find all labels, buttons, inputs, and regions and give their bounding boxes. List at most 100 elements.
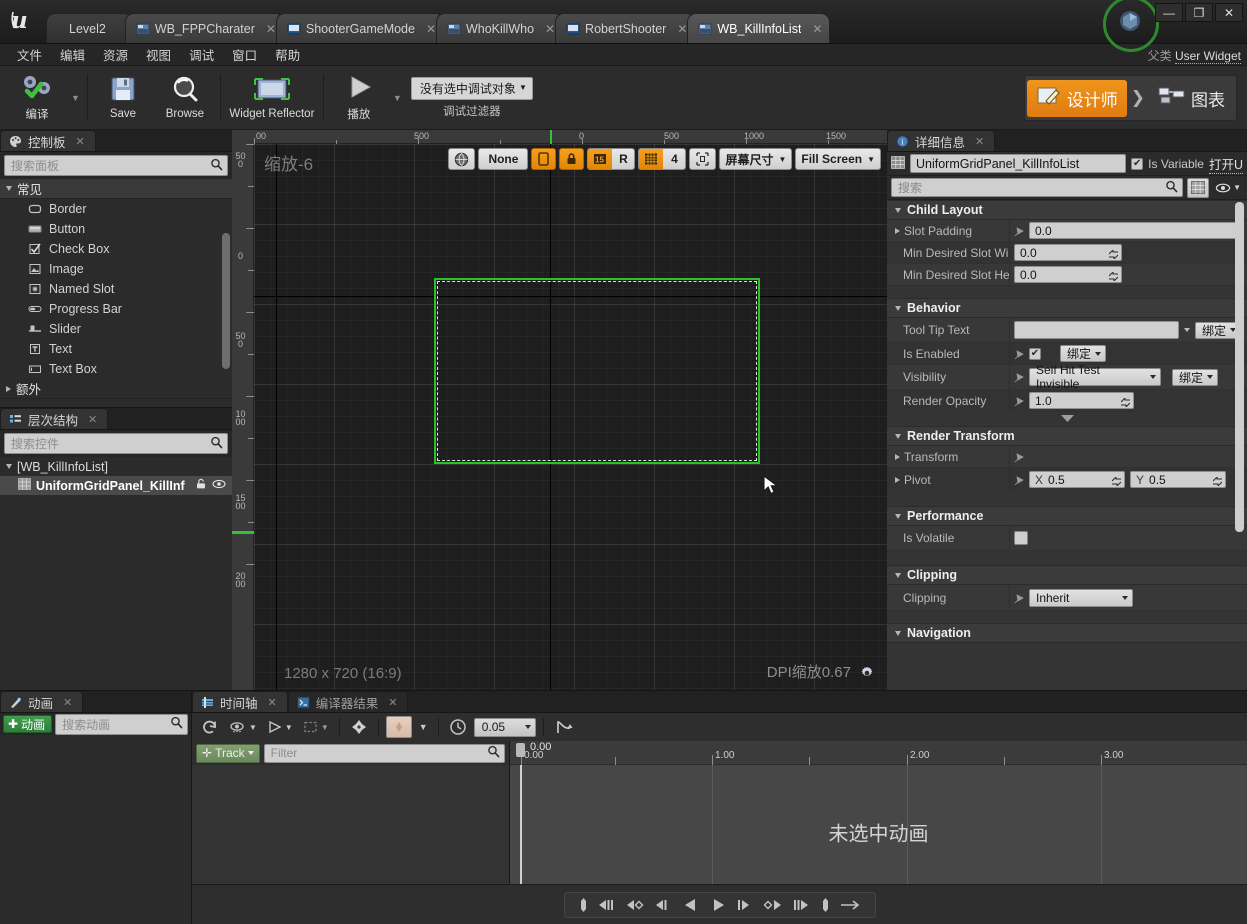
playhead-handle[interactable] — [516, 743, 525, 757]
details-search-input[interactable]: 搜索 — [891, 178, 1184, 197]
localization-toggle-button[interactable]: 15 — [588, 149, 613, 169]
details-section-behavior[interactable]: Behavior — [887, 298, 1247, 318]
close-button[interactable]: ✕ — [1215, 3, 1243, 22]
details-section-performance[interactable]: Performance — [887, 506, 1247, 526]
palette-category-extra[interactable]: 额外 — [0, 379, 232, 399]
tab-timeline[interactable]: 时间轴 ✕ — [192, 691, 288, 712]
details-expand-more-button[interactable] — [887, 412, 1247, 426]
clipping-dropdown[interactable]: Inherit — [1029, 588, 1133, 607]
visibility-bind-button[interactable]: 绑定 — [1172, 368, 1219, 386]
widget-reflector-button[interactable]: Widget Reflector — [225, 66, 319, 129]
reset-pin-icon[interactable] — [1014, 475, 1024, 485]
details-property-list[interactable]: Child Layout Slot Padding 0.0 Min Desire… — [887, 200, 1247, 690]
palette-item-button[interactable]: Button — [0, 219, 232, 239]
details-section-clipping[interactable]: Clipping — [887, 565, 1247, 585]
spinner-icon[interactable] — [1108, 270, 1119, 284]
open-widget-link[interactable]: 打开U — [1208, 154, 1243, 174]
palette-item-check-box[interactable]: Check Box — [0, 239, 232, 259]
menu-item-file[interactable]: 文件 — [8, 43, 51, 66]
mode-designer-button[interactable]: 设计师 — [1026, 79, 1127, 117]
chevron-right-icon[interactable] — [895, 453, 900, 460]
key-interpolation-dropdown[interactable]: ▼ — [416, 720, 431, 734]
close-icon[interactable]: ✕ — [975, 135, 984, 148]
tab-animations[interactable]: 动画 ✕ — [0, 691, 84, 712]
lock-toggle-button[interactable] — [559, 148, 585, 170]
render-opacity-input[interactable]: 1.0 — [1029, 392, 1134, 409]
set-start-marker-button[interactable] — [579, 897, 588, 913]
tab-close-icon[interactable]: ✕ — [426, 22, 436, 36]
hierarchy-search-input[interactable]: 搜索控件 — [4, 433, 228, 454]
play-reverse-button[interactable] — [682, 896, 700, 914]
tab-hierarchy[interactable]: 层次结构 ✕ — [0, 408, 109, 429]
pivot-x-input[interactable]: X 0.5 — [1029, 471, 1125, 488]
details-view-options-button[interactable] — [1187, 177, 1210, 198]
key-interpolation-button[interactable] — [385, 716, 412, 738]
reset-pin-icon[interactable] — [1014, 593, 1024, 603]
playback-options-button[interactable]: ▼ — [264, 718, 296, 736]
jump-to-start-button[interactable] — [597, 897, 617, 913]
min-desired-slot-height-input[interactable]: 0.0 — [1014, 266, 1122, 283]
gear-icon[interactable] — [859, 665, 875, 681]
step-forward-button[interactable] — [736, 897, 754, 913]
hierarchy-tree[interactable]: [WB_KillInfoList] UniformGridPanel_KillI… — [0, 457, 232, 690]
tab-close-icon[interactable]: ✕ — [677, 22, 687, 36]
screen-size-dropdown[interactable]: 屏幕尺寸 ▼ — [719, 148, 793, 170]
fill-toggle-button[interactable] — [531, 148, 557, 170]
visibility-eye-icon[interactable] — [212, 478, 226, 493]
tab-wb-fppcharater[interactable]: WB_FPPCharater ✕ — [124, 13, 284, 43]
mode-graph-button[interactable]: 图表 — [1149, 81, 1234, 116]
loop-button[interactable] — [198, 717, 222, 737]
chevron-right-icon[interactable] — [895, 227, 900, 234]
palette-item-image[interactable]: Image — [0, 259, 232, 279]
reset-pin-icon[interactable] — [1014, 396, 1024, 406]
unreal-badge-icon[interactable] — [1117, 8, 1143, 34]
grid-snap-value[interactable]: 4 — [663, 149, 686, 169]
lock-icon[interactable] — [195, 478, 207, 493]
menu-item-assets[interactable]: 资源 — [94, 43, 137, 66]
palette-item-text[interactable]: Text — [0, 339, 232, 359]
palette-item-text-box[interactable]: Text Box — [0, 359, 232, 379]
spinner-icon[interactable] — [1108, 248, 1119, 262]
minimize-button[interactable]: — — [1155, 3, 1183, 22]
timeline-ruler[interactable]: 0.00 1.00 2.00 3.00 0.00 — [510, 741, 1247, 765]
tab-robertshooter[interactable]: RobertShooter ✕ — [555, 13, 696, 43]
tab-close-icon[interactable]: ✕ — [812, 22, 822, 36]
jump-to-end-button[interactable] — [792, 897, 812, 913]
fill-screen-dropdown[interactable]: Fill Screen ▼ — [795, 148, 881, 170]
grid-toggle-button[interactable] — [639, 149, 664, 169]
is-variable-checkbox[interactable] — [1131, 157, 1144, 170]
palette-item-progress-bar[interactable]: Progress Bar — [0, 299, 232, 319]
playhead-line[interactable] — [520, 765, 522, 898]
widget-name-input[interactable]: UniformGridPanel_KillInfoList — [910, 154, 1127, 173]
spinner-icon[interactable] — [1120, 396, 1131, 410]
previous-key-button[interactable] — [626, 897, 646, 913]
reset-pin-icon[interactable] — [1014, 349, 1024, 359]
parent-class-link[interactable]: User Widget — [1174, 49, 1241, 64]
animations-list[interactable] — [0, 735, 191, 924]
menu-item-help[interactable]: 帮助 — [266, 43, 309, 66]
track-filter-input[interactable]: Filter — [263, 743, 505, 763]
selected-widget-outline[interactable] — [434, 278, 760, 464]
maximize-button[interactable]: ❐ — [1185, 3, 1213, 22]
tab-details[interactable]: i 详细信息 ✕ — [887, 130, 996, 151]
tab-close-icon[interactable]: ✕ — [266, 22, 276, 36]
menu-item-view[interactable]: 视图 — [137, 43, 180, 66]
timeline-grid[interactable]: 未选中动画 — [510, 765, 1247, 898]
close-icon[interactable]: ✕ — [88, 413, 97, 426]
palette-category-common[interactable]: 常见 — [0, 179, 232, 199]
close-icon[interactable]: ✕ — [63, 696, 72, 709]
menu-item-edit[interactable]: 编辑 — [51, 43, 94, 66]
details-section-child-layout[interactable]: Child Layout — [887, 200, 1247, 220]
compile-button[interactable]: 编译 — [6, 66, 68, 129]
palette-item-named-slot[interactable]: Named Slot — [0, 279, 232, 299]
spinner-icon[interactable] — [1212, 475, 1223, 489]
range-options-button[interactable]: ▼ — [300, 718, 332, 736]
menu-item-window[interactable]: 窗口 — [223, 43, 266, 66]
key-all-button[interactable] — [347, 717, 371, 737]
outline-toggle-button[interactable] — [689, 148, 717, 170]
reset-pin-icon[interactable] — [1014, 452, 1024, 462]
chevron-down-icon[interactable] — [6, 464, 12, 469]
reset-pin-icon[interactable] — [1014, 372, 1024, 383]
close-icon[interactable]: ✕ — [388, 696, 397, 709]
pivot-y-input[interactable]: Y 0.5 — [1130, 471, 1226, 488]
